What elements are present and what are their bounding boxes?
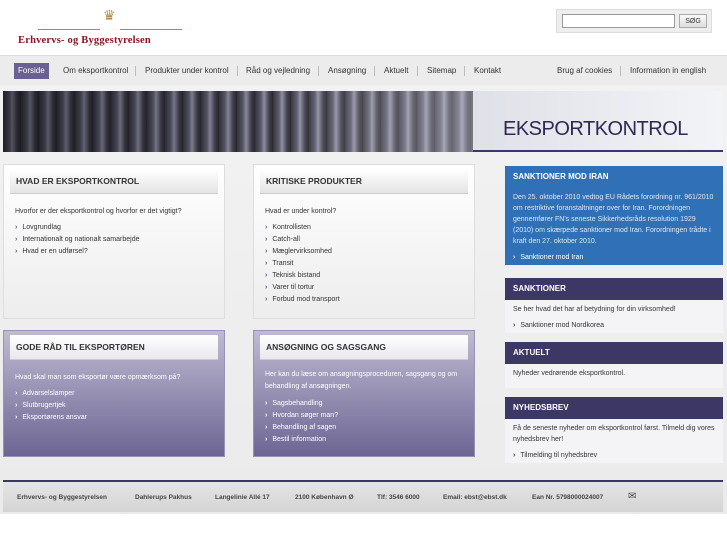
nav-separator (417, 66, 418, 76)
sidebar-text: Se her hvad det har af betydning for din… (505, 300, 723, 319)
link-catch-all[interactable]: Catch-all (265, 234, 340, 246)
footer-building: Dahlerups Pakhus (135, 494, 192, 501)
box-heading[interactable]: HVAD ER EKSPORTKONTROL (10, 169, 218, 194)
footer-city: 2100 København Ø (295, 494, 354, 501)
search-box: SØG (556, 9, 712, 33)
box-heading[interactable]: KRITISKE PRODUKTER (260, 169, 468, 194)
box-title: HVAD ER EKSPORTKONTROL (16, 176, 140, 186)
banner-title: EKSPORTKONTROL (503, 118, 688, 140)
sidebar-news: AKTUELT Nyheder vedrørende eksportkontro… (505, 342, 723, 388)
box-links: Advarselslamper Slutbrugertjek Eksportør… (15, 388, 87, 424)
nav-item-produkter[interactable]: Produkter under kontrol (142, 63, 232, 79)
box-intro[interactable]: Hvad er under kontrol? (265, 206, 465, 218)
nav-item-raad[interactable]: Råd og vejledning (243, 63, 313, 79)
footer: Erhvervs- og Byggestyrelsen Dahlerups Pa… (3, 480, 723, 512)
sidebar-heading[interactable]: AKTUELT (505, 342, 723, 364)
nav-item-english[interactable]: Information in english (627, 63, 709, 79)
link-teknisk-bistand[interactable]: Teknisk bistand (265, 270, 340, 282)
box-application: ANSØGNING OG SAGSGANG Her kan du læse om… (253, 330, 475, 457)
nav-item-cookies[interactable]: Brug af cookies (554, 63, 615, 79)
link-lovgrundlag[interactable]: Lovgrundlag (15, 222, 139, 234)
nav-item-forside[interactable]: Forside (14, 63, 49, 79)
box-title: ANSØGNING OG SAGSGANG (266, 342, 386, 352)
logo-rule-left (38, 29, 100, 30)
banner-title-area: EKSPORTKONTROL (473, 91, 723, 152)
sidebar-heading[interactable]: SANKTIONER MOD IRAN (505, 166, 723, 188)
sidebar-text: Nyheder vedrørende eksportkontrol. (505, 364, 723, 388)
logo-name: Erhvervs- og Byggestyrelsen (18, 35, 151, 46)
link-slutbrugertjek[interactable]: Slutbrugertjek (15, 400, 87, 412)
nav-item-ansoegning[interactable]: Ansøgning (325, 63, 369, 79)
link-eksportoerens-ansvar[interactable]: Eksportørens ansvar (15, 412, 87, 424)
sidebar-newsletter: NYHEDSBREV Få de seneste nyheder om eksp… (505, 397, 723, 463)
box-title: KRITISKE PRODUKTER (266, 176, 362, 186)
sidebar-text: Den 25. oktober 2010 vedtog EU Rådets fo… (505, 188, 723, 251)
link-sagsbehandling[interactable]: Sagsbehandling (265, 398, 338, 410)
box-title: GODE RÅD TIL EKSPORTØREN (16, 342, 145, 352)
link-bestil-information[interactable]: Bestil information (265, 434, 338, 446)
page: ♛ Erhvervs- og Byggestyrelsen SØG Forsid… (0, 0, 727, 545)
sidebar-sanctions: SANKTIONER Se her hvad det har af betydn… (505, 278, 723, 333)
footer-ean: Ean Nr. 5798000024007 (532, 494, 604, 501)
box-critical-products: KRITISKE PRODUKTER Hvad er under kontrol… (253, 164, 475, 319)
nav-separator (135, 66, 136, 76)
footer-email[interactable]: Email: ebst@ebst.dk (443, 494, 507, 501)
nav-separator (374, 66, 375, 76)
sidebar-iran: SANKTIONER MOD IRAN Den 25. oktober 2010… (505, 166, 723, 265)
crown-icon: ♛ (103, 7, 116, 23)
link-transit[interactable]: Transit (265, 258, 340, 270)
box-links: Kontrollisten Catch-all Mæglervirksomhed… (265, 222, 340, 306)
search-input[interactable] (562, 14, 675, 28)
nav-item-om-eksportkontrol[interactable]: Om eksportkontrol (60, 63, 131, 79)
link-maeglervirksomhed[interactable]: Mæglervirksomhed (265, 246, 340, 258)
nav-separator (620, 66, 621, 76)
box-intro[interactable]: Hvorfor er der eksportkontrol og hvorfor… (15, 206, 215, 218)
sidebar-heading[interactable]: SANKTIONER (505, 278, 723, 300)
mail-icon[interactable]: ✉ (628, 491, 636, 502)
link-udfoersel[interactable]: Hvad er en udførsel? (15, 246, 139, 258)
nav-separator (464, 66, 465, 76)
link-kontrollisten[interactable]: Kontrollisten (265, 222, 340, 234)
nav-item-kontakt[interactable]: Kontakt (471, 63, 504, 79)
logo-rule-right (120, 29, 182, 30)
nav-item-sitemap[interactable]: Sitemap (424, 63, 459, 79)
sidebar-link-iran[interactable]: Sanktioner mod Iran (505, 251, 723, 265)
header: ♛ Erhvervs- og Byggestyrelsen SØG (0, 0, 727, 55)
search-button[interactable]: SØG (679, 14, 707, 28)
link-varer-til-tortur[interactable]: Varer til tortur (265, 282, 340, 294)
box-heading[interactable]: GODE RÅD TIL EKSPORTØREN (10, 335, 218, 360)
nav-separator (318, 66, 319, 76)
sidebar-link-nordkorea[interactable]: Sanktioner mod Nordkorea (505, 319, 723, 333)
link-behandling-af-sagen[interactable]: Behandling af sagen (265, 422, 338, 434)
box-advice-for-exporters: GODE RÅD TIL EKSPORTØREN Hvad skal man s… (3, 330, 225, 457)
banner-image (3, 91, 473, 152)
logo[interactable]: ♛ Erhvervs- og Byggestyrelsen (18, 7, 182, 46)
link-advarselslamper[interactable]: Advarselslamper (15, 388, 87, 400)
main-nav: Forside Om eksportkontrol Produkter unde… (0, 55, 727, 85)
nav-item-aktuelt[interactable]: Aktuelt (381, 63, 411, 79)
sidebar-text: Få de seneste nyheder om eksportkontrol … (505, 419, 723, 449)
box-intro[interactable]: Hvad skal man som eksportør være opmærks… (15, 372, 215, 384)
box-what-is-export-control: HVAD ER EKSPORTKONTROL Hvorfor er der ek… (3, 164, 225, 319)
link-forbud-mod-transport[interactable]: Forbud mod transport (265, 294, 339, 306)
footer-org: Erhvervs- og Byggestyrelsen (17, 494, 107, 501)
link-hvordan-soeger-man[interactable]: Hvordan søger man? (265, 410, 338, 422)
box-links: Lovgrundlag Internationalt og nationalt … (15, 222, 139, 258)
nav-separator (237, 66, 238, 76)
footer-street: Langelinie Allé 17 (215, 494, 270, 501)
sidebar-link-newsletter[interactable]: Tilmelding til nyhedsbrev (505, 449, 723, 463)
banner: EKSPORTKONTROL (3, 91, 723, 152)
link-samarbejde[interactable]: Internationalt og nationalt samarbejde (15, 234, 139, 246)
footer-phone: Tlf: 3546 6000 (377, 494, 420, 501)
box-links: Sagsbehandling Hvordan søger man? Behand… (265, 398, 338, 446)
box-intro[interactable]: Her kan du læse om ansøgningsproceduren,… (265, 369, 470, 393)
page-bottom (0, 514, 727, 545)
box-heading[interactable]: ANSØGNING OG SAGSGANG (260, 335, 468, 360)
sidebar-heading[interactable]: NYHEDSBREV (505, 397, 723, 419)
